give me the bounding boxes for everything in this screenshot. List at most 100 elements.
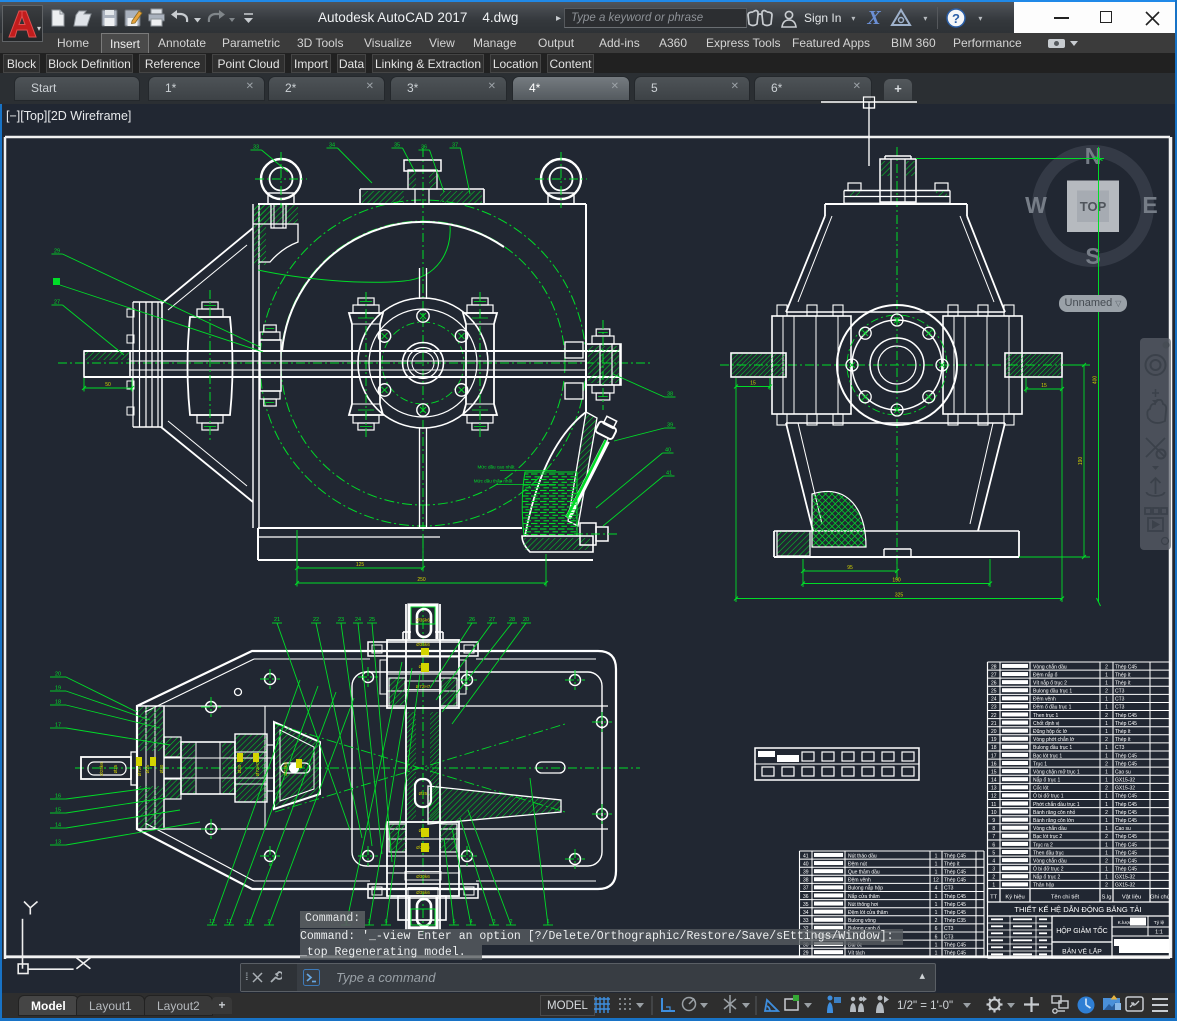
svg-text:Vòng chắn dầu: Vòng chắn dầu xyxy=(1033,825,1067,832)
svg-text:Thép C45: Thép C45 xyxy=(1115,858,1137,864)
svg-text:S.lg: S.lg xyxy=(1102,895,1112,901)
svg-text:Thép C45: Thép C45 xyxy=(1115,794,1137,800)
svg-text:26: 26 xyxy=(991,680,997,686)
svg-text:Ổ bi đỡ trục 2: Ổ bi đỡ trục 2 xyxy=(1033,866,1064,873)
svg-text:Đệm nắp ổ: Đệm nắp ổ xyxy=(1033,671,1058,678)
svg-text:CT3: CT3 xyxy=(944,926,954,932)
svg-text:7: 7 xyxy=(992,834,995,840)
svg-text:Vòng chắn dầu: Vòng chắn dầu xyxy=(1033,857,1067,864)
svg-text:325: 325 xyxy=(895,593,904,599)
svg-text:Bulong vòng: Bulong vòng xyxy=(848,918,876,924)
svg-text:Ø25: Ø25 xyxy=(145,764,150,773)
svg-text:Thép ít: Thép ít xyxy=(1115,672,1131,678)
svg-text:Que thăm dầu: Que thăm dầu xyxy=(848,870,880,876)
svg-text:W: W xyxy=(1025,192,1047,218)
svg-text:25: 25 xyxy=(991,689,997,695)
svg-text:17: 17 xyxy=(991,753,997,759)
svg-text:Thép C45: Thép C45 xyxy=(1115,713,1137,719)
svg-text:28: 28 xyxy=(991,664,997,670)
svg-text:Vòng chặn mỡ trục 1: Vòng chặn mỡ trục 1 xyxy=(1033,769,1080,775)
svg-text:19: 19 xyxy=(991,737,997,743)
svg-text:2: 2 xyxy=(1105,810,1108,816)
svg-text:Thép C45: Thép C45 xyxy=(1115,761,1137,767)
svg-text:Nút thông hơi: Nút thông hơi xyxy=(848,902,878,908)
svg-text:THIẾT KẾ HỆ DẪN ĐỘNG BĂNG TẢI: THIẾT KẾ HỆ DẪN ĐỘNG BĂNG TẢI xyxy=(1014,904,1141,914)
svg-text:41: 41 xyxy=(803,853,809,859)
svg-text:1: 1 xyxy=(935,853,938,859)
svg-text:1: 1 xyxy=(1105,745,1108,751)
svg-text:21: 21 xyxy=(274,617,280,623)
svg-text:Thân hộp: Thân hộp xyxy=(1033,883,1054,889)
svg-text:2: 2 xyxy=(1105,713,1108,719)
svg-text:Ø30k6: Ø30k6 xyxy=(416,874,430,879)
svg-text:Thép C45: Thép C45 xyxy=(1115,867,1137,873)
svg-text:1: 1 xyxy=(1105,778,1108,784)
svg-text:Vít nắp ổ trục 2: Vít nắp ổ trục 2 xyxy=(1033,679,1067,686)
svg-text:2: 2 xyxy=(1105,761,1108,767)
svg-text:24: 24 xyxy=(991,697,997,703)
svg-text:Thép C45: Thép C45 xyxy=(1115,721,1137,727)
svg-text:Ø30: Ø30 xyxy=(237,764,242,773)
svg-text:Ø35k6: Ø35k6 xyxy=(416,618,430,623)
svg-text:Trục 1: Trục 1 xyxy=(1033,761,1047,767)
svg-text:Then trục 1: Then trục 1 xyxy=(1033,713,1059,719)
svg-text:Bulong nắp hộp: Bulong nắp hộp xyxy=(848,885,883,892)
svg-text:1: 1 xyxy=(1105,794,1108,800)
svg-text:29: 29 xyxy=(803,951,809,957)
svg-text:Thép C45: Thép C45 xyxy=(1115,842,1137,848)
svg-text:Mức dầu thấp nhất: Mức dầu thấp nhất xyxy=(474,479,513,484)
svg-text:10: 10 xyxy=(991,810,997,816)
svg-text:1: 1 xyxy=(1105,850,1108,856)
svg-text:Bulong đầu trục 1: Bulong đầu trục 1 xyxy=(1033,689,1072,695)
svg-text:Thép ít: Thép ít xyxy=(1115,680,1131,686)
svg-text:Phớt chắn dầu trục 1: Phớt chắn dầu trục 1 xyxy=(1033,801,1080,808)
svg-text:Bạc lót trục 1: Bạc lót trục 1 xyxy=(1033,753,1062,759)
svg-text:GX15-32: GX15-32 xyxy=(1115,778,1135,784)
svg-text:CT3: CT3 xyxy=(1115,705,1125,711)
svg-text:Cao su: Cao su xyxy=(1115,769,1131,775)
svg-text:16: 16 xyxy=(991,761,997,767)
svg-text:Vòng chắn dầu: Vòng chắn dầu xyxy=(1033,663,1067,670)
svg-text:Ø25: Ø25 xyxy=(113,764,118,773)
svg-text:Vòng phớt chắn lớ: Vòng phớt chắn lớ xyxy=(1033,736,1075,743)
svg-text:33: 33 xyxy=(803,918,809,924)
svg-text:Trục ra 2: Trục ra 2 xyxy=(1033,842,1053,848)
svg-text:1: 1 xyxy=(935,870,938,876)
svg-text:1: 1 xyxy=(1105,769,1108,775)
svg-text:36: 36 xyxy=(803,894,809,900)
svg-text:2: 2 xyxy=(1105,664,1108,670)
svg-text:TT: TT xyxy=(990,895,998,901)
svg-text:Đệm ổ đầu trục 1: Đệm ổ đầu trục 1 xyxy=(1033,704,1072,711)
svg-text:X: X xyxy=(867,7,882,29)
svg-text:38: 38 xyxy=(803,878,809,884)
svg-text:1: 1 xyxy=(992,883,995,889)
svg-text:28: 28 xyxy=(509,617,515,623)
svg-text:35: 35 xyxy=(803,902,809,908)
svg-text:2: 2 xyxy=(1105,883,1108,889)
svg-text:Bánh răng côn nhỏ: Bánh răng côn nhỏ xyxy=(1033,809,1075,816)
svg-text:12: 12 xyxy=(933,878,939,884)
svg-text:20: 20 xyxy=(523,617,529,623)
svg-text:Ổ bi đỡ trục 1: Ổ bi đỡ trục 1 xyxy=(1033,793,1064,800)
svg-text:23: 23 xyxy=(338,617,344,623)
svg-text:2: 2 xyxy=(1105,737,1108,743)
svg-text:1: 1 xyxy=(935,894,938,900)
svg-text:2: 2 xyxy=(935,918,938,924)
svg-text:Thép C45: Thép C45 xyxy=(1115,753,1137,759)
svg-text:1: 1 xyxy=(1105,672,1108,678)
svg-text:CT3: CT3 xyxy=(1115,745,1125,751)
svg-text:Thép C45: Thép C45 xyxy=(944,894,966,900)
svg-text:95: 95 xyxy=(847,565,853,571)
svg-text:Ø35k6: Ø35k6 xyxy=(416,845,430,850)
svg-text:Vật liệu: Vật liệu xyxy=(1122,895,1141,901)
svg-text:GX15-32: GX15-32 xyxy=(1115,875,1135,881)
svg-text:Thép C45: Thép C45 xyxy=(944,878,966,884)
svg-text:190: 190 xyxy=(892,578,901,584)
svg-text:18: 18 xyxy=(991,745,997,751)
svg-text:Thép C45: Thép C45 xyxy=(944,951,966,957)
svg-text:1: 1 xyxy=(1105,802,1108,808)
svg-text:1: 1 xyxy=(1105,842,1108,848)
svg-text:125: 125 xyxy=(356,562,365,568)
svg-text:26: 26 xyxy=(469,617,475,623)
svg-text:1: 1 xyxy=(935,951,938,957)
